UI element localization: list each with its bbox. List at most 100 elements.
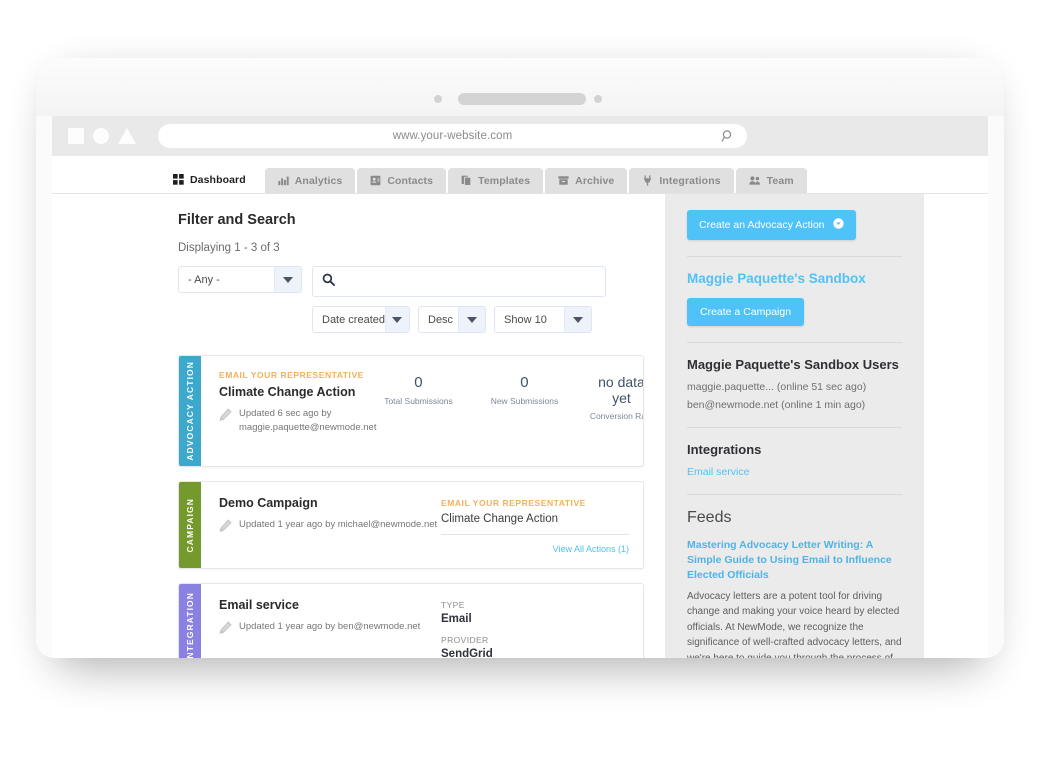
tab-contacts[interactable]: Contacts <box>357 168 447 193</box>
laptop-top-bezel <box>36 58 1004 116</box>
results-list: ADVOCACY ACTION EMAIL YOUR REPRESENTATIV… <box>178 355 644 658</box>
card-meta-text: Updated 6 sec ago by maggie.paquette@new… <box>239 407 376 436</box>
card-type-stripe: CAMPAIGN <box>179 482 201 568</box>
tab-templates[interactable]: Templates <box>448 168 544 193</box>
search-input[interactable] <box>342 274 586 289</box>
browser-window-controls <box>68 128 136 144</box>
view-all-actions-link[interactable]: View All Actions (1) <box>441 544 629 554</box>
card-meta-line1: Updated 1 year ago by ben@newmode.net <box>239 621 421 632</box>
plug-icon <box>642 175 653 186</box>
page-size-select[interactable]: Show 10 <box>494 306 592 333</box>
card-title[interactable]: Climate Change Action <box>219 385 376 399</box>
sort-field-select[interactable]: Date created <box>312 306 410 333</box>
linked-action-name[interactable]: Climate Change Action <box>441 513 629 535</box>
card-title[interactable]: Demo Campaign <box>219 496 441 510</box>
tab-label: Dashboard <box>190 173 246 186</box>
id-card-icon <box>370 175 381 186</box>
feed-item-body: Advocacy letters are a potent tool for d… <box>687 590 902 658</box>
results-count: Displaying 1 - 3 of 3 <box>178 242 280 254</box>
card-meta: Updated 1 year ago by michael@newmode.ne… <box>219 518 441 537</box>
stat-label: Total Submissions <box>384 396 453 407</box>
address-bar[interactable]: www.your-website.com <box>158 124 747 148</box>
tab-label: Integrations <box>659 174 721 187</box>
tab-analytics[interactable]: Analytics <box>264 168 356 193</box>
sort-direction-value: Desc <box>428 313 454 326</box>
stat-conversion-rate: no data yet Conversion Rate <box>588 374 643 421</box>
detail-value: SendGrid <box>441 648 493 658</box>
tab-team[interactable]: Team <box>735 168 807 193</box>
pencil-icon[interactable] <box>219 408 232 426</box>
card-left: Email service Updated 1 year ago by ben@… <box>219 598 441 656</box>
users-title: Maggie Paquette's Sandbox Users <box>687 357 899 372</box>
detail-key: PROVIDER <box>441 635 489 645</box>
right-sidebar: Create an Advocacy Action Maggie Paquett… <box>665 194 924 658</box>
divider <box>687 494 902 495</box>
screenshot-root: www.your-website.com Dashboard Analytics… <box>0 0 1040 768</box>
app-viewport: Dashboard Analytics Contacts Templates A… <box>52 156 988 658</box>
pencil-icon[interactable] <box>219 621 232 639</box>
search-and-sort: Date created Desc Show 10 <box>312 266 606 333</box>
integration-link-email-service[interactable]: Email service <box>687 466 902 478</box>
create-campaign-button[interactable]: Create a Campaign <box>687 298 805 326</box>
card-type-stripe: INTEGRATION <box>179 584 201 658</box>
tab-label: Contacts <box>387 174 434 187</box>
list-item: ben@newmode.net (online 1 min ago) <box>687 399 866 411</box>
chevron-down-circle-icon <box>832 218 844 232</box>
detail-provider: PROVIDER SendGrid <box>441 635 629 658</box>
magnifier-icon[interactable] <box>721 129 735 143</box>
card-meta: Updated 1 year ago by ben@newmode.net <box>219 620 441 639</box>
sort-direction-select[interactable]: Desc <box>418 306 486 333</box>
card-title[interactable]: Email service <box>219 598 441 612</box>
card-type-label: CAMPAIGN <box>185 497 195 553</box>
chevron-down-icon[interactable] <box>564 307 591 332</box>
stat-new-submissions: 0 New Submissions <box>482 374 566 406</box>
grid-icon <box>173 174 184 185</box>
tab-integrations[interactable]: Integrations <box>629 168 734 193</box>
card-meta-line2: maggie.paquette@newmode.net <box>239 422 377 434</box>
type-filter-value: - Any - <box>188 273 220 286</box>
tab-dashboard[interactable]: Dashboard <box>156 166 263 193</box>
card-stats: 0 Total Submissions 0 New Submissions no… <box>376 370 643 452</box>
list-item[interactable]: ADVOCACY ACTION EMAIL YOUR REPRESENTATIV… <box>178 355 644 467</box>
create-advocacy-action-button[interactable]: Create an Advocacy Action <box>687 210 856 240</box>
org-title[interactable]: Maggie Paquette's Sandbox <box>687 271 902 286</box>
card-meta-line1: Updated 6 sec ago by <box>239 408 332 419</box>
tab-label: Analytics <box>294 174 343 187</box>
feed-item-title[interactable]: Mastering Advocacy Letter Writing: A Sim… <box>687 538 902 584</box>
card-body: Demo Campaign Updated 1 year ago by mich… <box>201 482 643 568</box>
type-filter-select[interactable]: - Any - <box>178 266 302 293</box>
create-campaign-label: Create a Campaign <box>700 306 792 318</box>
filter-controls: - Any - Date created Desc Show 10 <box>178 266 644 333</box>
card-type-label: INTEGRATION <box>185 591 195 658</box>
card-linked-actions: EMAIL YOUR REPRESENTATIVE Climate Change… <box>441 496 629 554</box>
page-size-value: Show 10 <box>504 313 547 326</box>
search-input-wrapper[interactable] <box>312 266 606 297</box>
pencil-icon[interactable] <box>219 519 232 537</box>
card-details: TYPE Email PROVIDER SendGrid <box>441 598 629 658</box>
page-title: Filter and Search <box>178 212 296 228</box>
card-left: Demo Campaign Updated 1 year ago by mich… <box>219 496 441 554</box>
tab-label: Team <box>766 174 794 187</box>
bezel-speaker-bar <box>458 93 586 105</box>
stat-label: New Submissions <box>490 396 559 407</box>
chevron-down-icon[interactable] <box>458 307 485 332</box>
tab-archive[interactable]: Archive <box>545 168 628 193</box>
stat-value: 0 <box>414 374 423 391</box>
address-bar-url: www.your-website.com <box>392 130 513 142</box>
circle-icon[interactable] <box>93 128 109 144</box>
triangle-icon[interactable] <box>118 128 136 144</box>
divider <box>687 342 902 343</box>
browser-chrome: www.your-website.com <box>52 116 988 156</box>
card-type-label: ADVOCACY ACTION <box>185 361 195 461</box>
tab-label: Archive <box>575 174 615 187</box>
chevron-down-icon[interactable] <box>274 267 301 292</box>
square-icon[interactable] <box>68 128 84 144</box>
chevron-down-icon[interactable] <box>384 307 409 332</box>
people-icon <box>748 175 761 186</box>
list-item[interactable]: INTEGRATION Email service Updated 1 year… <box>178 583 644 658</box>
main-tabs: Dashboard Analytics Contacts Templates A… <box>156 166 807 193</box>
divider <box>687 256 902 257</box>
list-item[interactable]: CAMPAIGN Demo Campaign Updated 1 year ag… <box>178 481 644 569</box>
card-left: EMAIL YOUR REPRESENTATIVE Climate Change… <box>219 370 376 452</box>
feeds-title: Feeds <box>687 509 732 526</box>
